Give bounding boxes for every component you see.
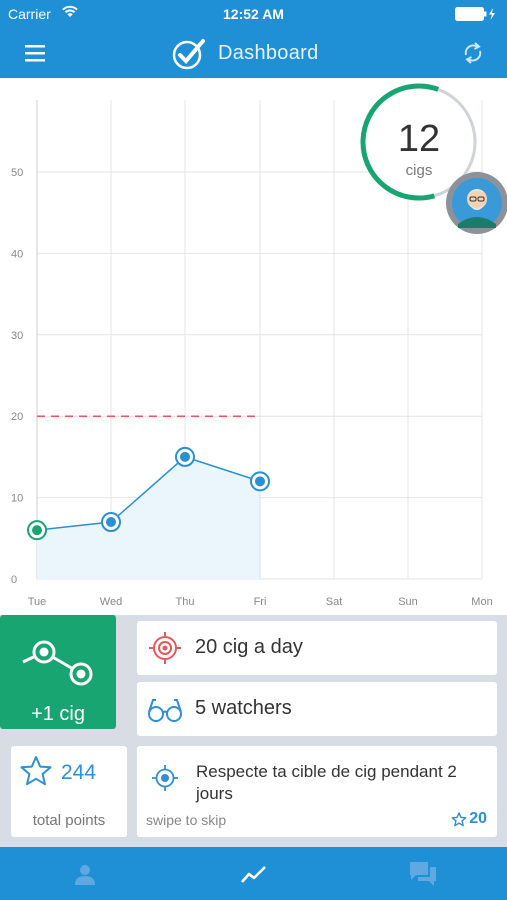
goal-label: 20 cig a day	[195, 636, 303, 658]
tab-dashboard[interactable]	[169, 847, 338, 900]
data-point-core	[180, 451, 190, 462]
y-tick-label: 40	[11, 248, 23, 260]
x-tick-label: Sat	[326, 596, 343, 608]
y-tick-label: 50	[11, 167, 23, 179]
data-point-core	[255, 476, 265, 487]
x-tick-label: Tue	[28, 596, 47, 608]
points-card[interactable]: 244 total points	[11, 746, 127, 837]
actions-panel: +1 cig 20 cig a day 5 watchers 244 total…	[0, 615, 507, 847]
chat-icon	[409, 861, 436, 886]
status-bar: Carrier 12:52 AM	[0, 0, 507, 28]
swipe-hint: swipe to skip	[146, 812, 227, 828]
tab-bar	[0, 847, 507, 900]
profile-icon	[74, 864, 95, 885]
y-tick-label: 30	[11, 330, 23, 342]
data-point-core	[106, 517, 116, 528]
add-cig-button[interactable]: +1 cig	[0, 615, 116, 729]
points-caption: total points	[32, 812, 106, 829]
add-cig-label: +1 cig	[31, 703, 85, 725]
challenge-text: Respecte ta cible de cig pendant 2 jours	[196, 762, 457, 803]
menu-icon	[25, 45, 45, 62]
checkmark-logo-icon	[172, 39, 205, 70]
battery-icon	[455, 7, 497, 24]
target-icon	[149, 632, 181, 664]
x-tick-label: Fri	[254, 596, 267, 608]
crosshair-icon	[152, 765, 178, 791]
challenge-reward: 20	[451, 810, 487, 828]
x-tick-label: Wed	[100, 596, 122, 608]
x-tick-label: Mon	[471, 596, 492, 608]
nav-bar: Dashboard	[0, 28, 507, 78]
tab-profile[interactable]	[0, 847, 169, 900]
glasses-icon	[148, 699, 182, 722]
cig-count: 12	[397, 118, 441, 160]
y-tick-label: 0	[11, 574, 17, 586]
avatar[interactable]	[446, 172, 507, 234]
sync-button[interactable]	[459, 39, 487, 67]
tab-chat[interactable]	[338, 847, 507, 900]
app-title: Dashboard	[170, 36, 319, 70]
menu-button[interactable]	[22, 41, 50, 65]
challenge-card[interactable]: Respecte ta cible de cig pendant 2 jours…	[137, 746, 497, 837]
star-icon	[20, 756, 52, 786]
y-tick-label: 20	[11, 411, 23, 423]
watchers-card[interactable]: 5 watchers	[137, 682, 497, 736]
y-tick-label: 10	[11, 493, 23, 505]
x-tick-label: Thu	[176, 596, 195, 608]
reward-value: 20	[469, 810, 487, 827]
add-cig-icon	[22, 640, 93, 686]
data-point-core	[32, 525, 42, 536]
series-area	[37, 456, 260, 579]
sync-icon	[464, 42, 482, 64]
reward-star-icon	[451, 811, 467, 826]
watchers-label: 5 watchers	[195, 697, 292, 719]
points-value: 244	[61, 761, 97, 784]
clock: 12:52 AM	[223, 6, 284, 22]
page-title: Dashboard	[218, 41, 319, 64]
charging-icon	[489, 8, 495, 20]
trend-icon	[240, 865, 266, 883]
goal-card[interactable]: 20 cig a day	[137, 621, 497, 675]
x-tick-label: Sun	[398, 596, 418, 608]
